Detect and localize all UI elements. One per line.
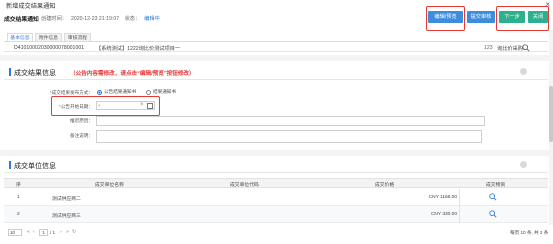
project-procurement-type: 询比价采购 xyxy=(497,46,523,52)
highlight-box-date xyxy=(51,96,160,116)
submit-review-button[interactable]: 提交审核 xyxy=(467,11,495,23)
prev-page-button[interactable]: ‹ xyxy=(33,229,35,235)
status-badge: 编辑中 xyxy=(144,15,160,22)
status-label: 状态： xyxy=(124,15,141,22)
section-hint: （公告内容需修改，请点击“编辑/预览”按钮修改） xyxy=(70,71,195,77)
first-page-button[interactable]: « xyxy=(27,229,30,235)
cell-no: 2 xyxy=(17,212,20,217)
section-divider xyxy=(4,172,548,173)
refresh-icon[interactable]: ↻ xyxy=(72,229,76,235)
table-header xyxy=(4,178,548,188)
cell-no: 1 xyxy=(17,195,20,200)
radio-option-announcement[interactable]: 公告结果通知书 xyxy=(97,89,136,95)
page-size-select[interactable]: 10 xyxy=(8,229,22,236)
total-pages: / 1 xyxy=(50,230,56,235)
column-header-no: 序 xyxy=(16,183,21,188)
section-gap xyxy=(0,55,553,61)
collapse-icon[interactable] xyxy=(520,161,527,168)
section-divider xyxy=(4,79,548,80)
column-header-items: 成交物资 xyxy=(486,183,506,188)
section-title-result: 成交结果信息 xyxy=(14,70,56,77)
remark-textarea[interactable] xyxy=(96,130,482,143)
project-code: D41010002030000078001001 xyxy=(14,45,85,51)
search-icon[interactable] xyxy=(489,210,497,218)
column-header-price: 成交价格 xyxy=(375,183,395,188)
section-marker xyxy=(9,161,11,169)
column-header-code: 成交单位代码 xyxy=(230,183,259,188)
section-title-units: 成交单位信息 xyxy=(14,163,56,170)
cell-name: 测试供应商二 xyxy=(52,197,81,202)
next-page-button[interactable]: › xyxy=(60,229,62,235)
cell-name: 测试供应商三 xyxy=(52,214,81,219)
project-row xyxy=(4,42,548,52)
search-icon[interactable] xyxy=(489,193,497,201)
radio-option-notice[interactable]: 结果通知书 xyxy=(146,89,176,95)
table-row[interactable] xyxy=(4,189,548,206)
remark-label: 备注说明： xyxy=(70,133,93,138)
created-label: 创建时间： xyxy=(41,15,67,22)
last-page-button[interactable]: » xyxy=(66,229,69,235)
cell-price: CNY 1166.00 xyxy=(428,195,457,200)
collapse-icon[interactable] xyxy=(520,68,527,75)
page-title: 成交结果通知 xyxy=(4,17,39,23)
project-name: 【系统测试】1222询比价测试项目一 xyxy=(96,46,181,52)
created-time: 2020-12-23 21:19:07 xyxy=(70,15,120,22)
highlight-box-next-close xyxy=(496,6,549,31)
column-header-name: 成交单位名称 xyxy=(95,183,124,188)
table-row[interactable] xyxy=(4,206,548,223)
cell-price: CNY 330.00 xyxy=(430,212,457,217)
highlight-box-edit xyxy=(426,6,465,31)
radio-unchecked-icon xyxy=(146,89,151,95)
radio-checked-icon xyxy=(97,89,102,95)
header-meta: 创建时间： 2020-12-23 21:19:07 状态： 编辑中 xyxy=(41,15,164,22)
reason-label: 推迟原因： xyxy=(70,118,93,123)
column-divider xyxy=(459,189,460,223)
project-count: 123 xyxy=(484,45,493,51)
scrollbar-thumb[interactable] xyxy=(549,86,553,142)
page-number-input[interactable]: 1 xyxy=(39,229,48,236)
window-title: 新增成交结果通知 xyxy=(6,3,56,10)
pagination-summary: 每页 10 条, 共 2 条 xyxy=(510,230,549,235)
section-gap xyxy=(0,150,553,156)
search-icon[interactable] xyxy=(522,43,530,52)
reason-input[interactable] xyxy=(96,116,485,126)
section-marker xyxy=(9,68,11,76)
